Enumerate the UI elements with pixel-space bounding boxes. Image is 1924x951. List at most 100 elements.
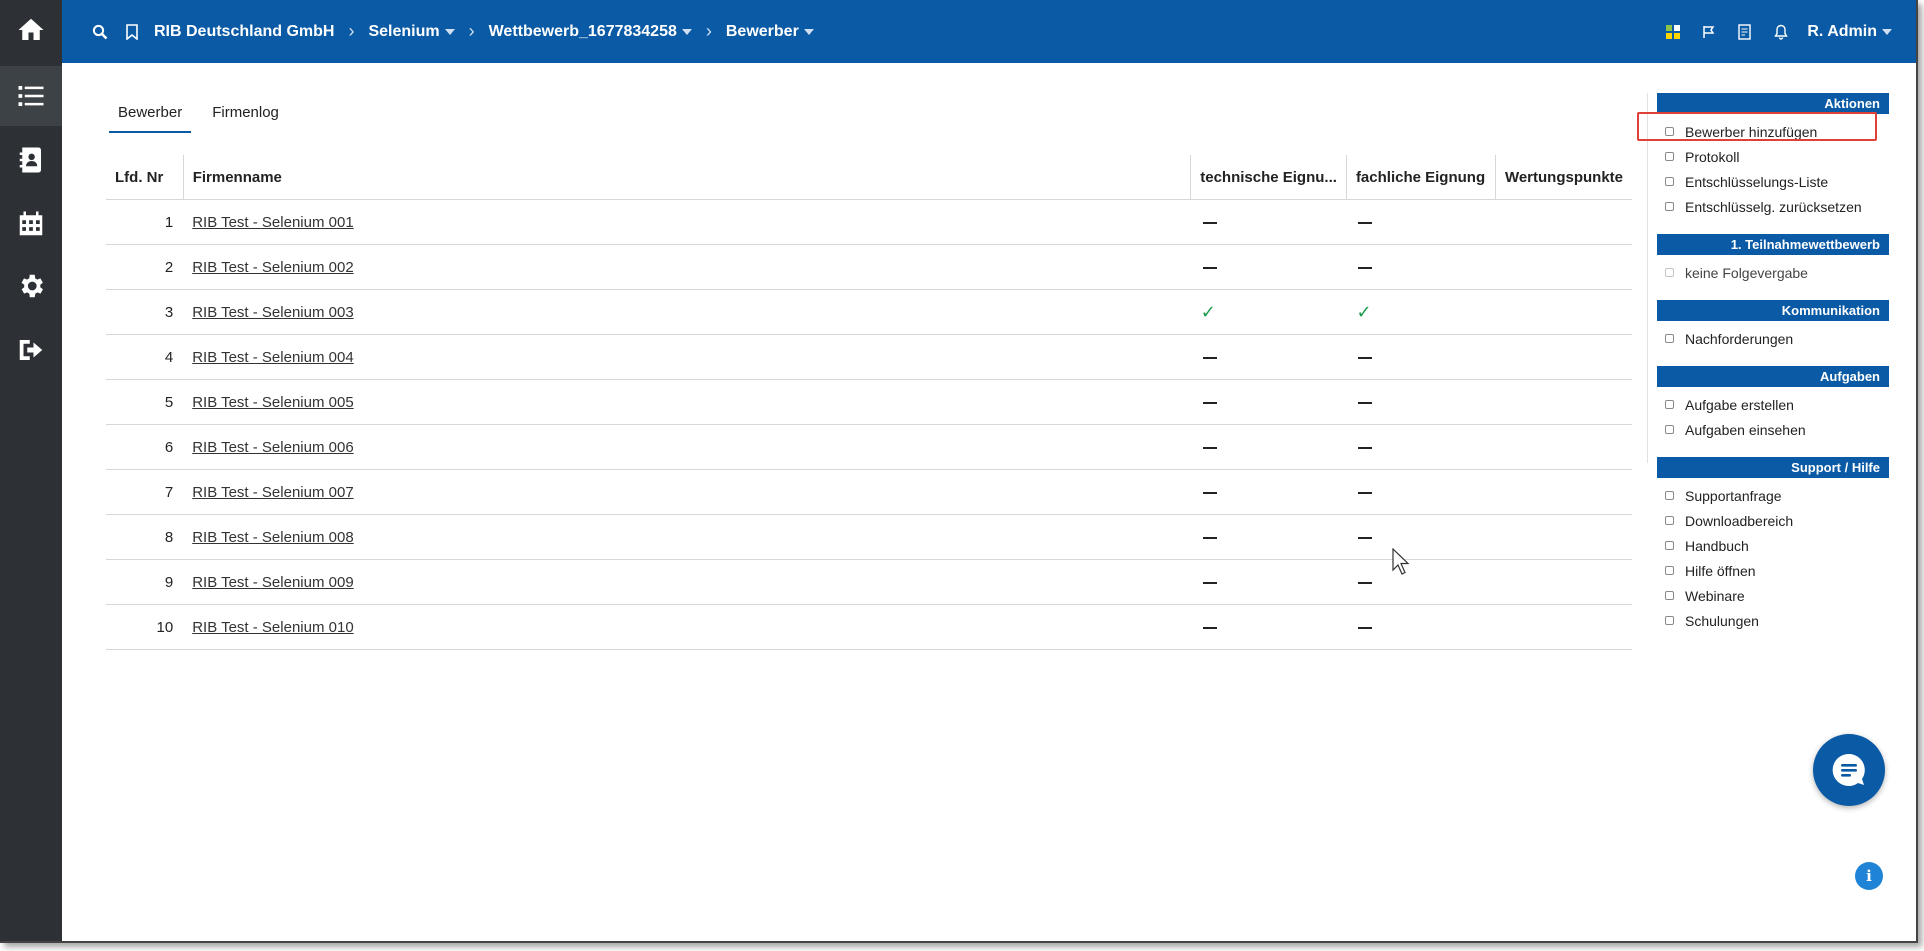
settings-button[interactable] — [0, 256, 62, 316]
gear-icon — [21, 274, 44, 298]
panel-action-item[interactable]: Protokoll — [1657, 144, 1889, 169]
column-header[interactable]: fachliche Eignung — [1345, 155, 1496, 200]
info-button[interactable]: i — [1855, 862, 1883, 890]
panel-action-label: Entschlüsselungs-Liste — [1685, 173, 1829, 190]
panel-action-label: Aufgabe erstellen — [1685, 396, 1794, 413]
panel-action-item[interactable]: Aufgabe erstellen — [1657, 392, 1889, 417]
professional-suitability-cell — [1346, 334, 1496, 380]
company-name-cell: RIB Test - Selenium 004 — [183, 334, 1191, 380]
panel-action-item[interactable]: Nachforderungen — [1657, 326, 1889, 351]
user-name: R. Admin — [1807, 22, 1877, 40]
company-link[interactable]: RIB Test - Selenium 007 — [192, 484, 353, 501]
bullet-icon — [1665, 516, 1674, 525]
home-button[interactable] — [0, 0, 62, 60]
panel-action-label: Downloadbereich — [1685, 512, 1794, 529]
breadcrumb-project[interactable]: Selenium — [368, 23, 455, 41]
company-link[interactable]: RIB Test - Selenium 009 — [192, 574, 353, 591]
technical-suitability-cell — [1190, 334, 1347, 380]
professional-suitability-cell — [1346, 604, 1496, 650]
company-link[interactable]: RIB Test - Selenium 001 — [192, 214, 353, 231]
chat-button[interactable] — [1813, 734, 1885, 806]
user-menu[interactable]: R. Admin — [1807, 23, 1892, 41]
panel-action-label: Webinare — [1685, 587, 1745, 604]
column-header[interactable]: Wertungspunkte — [1494, 155, 1632, 200]
column-header[interactable]: Lfd. Nr — [106, 155, 184, 200]
panel-section-header: Kommunikation — [1657, 300, 1889, 321]
search-icon[interactable] — [90, 22, 110, 42]
panel-action-label: Supportanfrage — [1685, 487, 1782, 504]
chevron-down-icon — [681, 28, 692, 35]
panel-action-item[interactable]: Hilfe öffnen — [1657, 558, 1889, 583]
table-row[interactable]: 4 RIB Test - Selenium 004 — [106, 334, 1632, 380]
logout-button[interactable] — [0, 320, 62, 380]
check-icon: ✓ — [1356, 301, 1372, 322]
breadcrumb-page[interactable]: Bewerber — [726, 23, 814, 41]
panel-action-item[interactable]: Supportanfrage — [1657, 483, 1889, 508]
panel-action-item[interactable]: keine Folgevergabe — [1657, 260, 1889, 285]
professional-suitability-cell — [1346, 424, 1496, 470]
company-name-cell: RIB Test - Selenium 002 — [183, 244, 1191, 290]
dash-icon — [1202, 266, 1217, 269]
column-header[interactable]: Firmenname — [182, 155, 1191, 200]
panel-action-item[interactable]: Downloadbereich — [1657, 508, 1889, 533]
technical-suitability-cell — [1190, 424, 1347, 470]
table-row[interactable]: 3 RIB Test - Selenium 003 ✓ ✓ — [106, 289, 1632, 335]
dash-icon — [1202, 401, 1217, 404]
breadcrumb-company[interactable]: RIB Deutschland GmbH — [154, 23, 334, 41]
table-row[interactable]: 6 RIB Test - Selenium 006 — [106, 424, 1632, 470]
dash-icon — [1358, 266, 1373, 269]
list-button[interactable] — [0, 66, 62, 126]
score-cell — [1495, 289, 1632, 335]
calendar-button[interactable] — [0, 194, 62, 254]
table-row[interactable]: 10 RIB Test - Selenium 010 — [106, 604, 1632, 650]
table-row[interactable]: 7 RIB Test - Selenium 007 — [106, 469, 1632, 515]
company-name-cell: RIB Test - Selenium 007 — [183, 469, 1191, 515]
contacts-button[interactable] — [0, 130, 62, 190]
panel-action-label: Aufgaben einsehen — [1685, 421, 1806, 438]
panel-action-item[interactable]: Webinare — [1657, 583, 1889, 608]
company-name-cell: RIB Test - Selenium 009 — [183, 559, 1191, 605]
company-link[interactable]: RIB Test - Selenium 002 — [192, 259, 353, 276]
panel-action-item[interactable]: Entschlüsselg. zurücksetzen — [1657, 194, 1889, 219]
chevron-down-icon — [444, 28, 455, 35]
panel-action-item[interactable]: Handbuch — [1657, 533, 1889, 558]
professional-suitability-cell — [1346, 199, 1496, 245]
row-number: 8 — [106, 514, 184, 560]
highlight-box — [1637, 112, 1877, 141]
bookmark-icon[interactable] — [122, 22, 142, 42]
apps-icon[interactable] — [1663, 22, 1683, 42]
flag-icon[interactable] — [1699, 22, 1719, 42]
company-link[interactable]: RIB Test - Selenium 008 — [192, 529, 353, 546]
bell-icon[interactable] — [1771, 22, 1791, 42]
company-link[interactable]: RIB Test - Selenium 006 — [192, 439, 353, 456]
panel-action-item[interactable]: Schulungen — [1657, 608, 1889, 633]
company-link[interactable]: RIB Test - Selenium 003 — [192, 304, 353, 321]
bullet-icon — [1665, 177, 1674, 186]
table-row[interactable]: 2 RIB Test - Selenium 002 — [106, 244, 1632, 290]
table-row[interactable]: 5 RIB Test - Selenium 005 — [106, 379, 1632, 425]
company-link[interactable]: RIB Test - Selenium 004 — [192, 349, 353, 366]
tab-bewerber[interactable]: Bewerber — [109, 100, 192, 133]
company-link[interactable]: RIB Test - Selenium 005 — [192, 394, 353, 411]
panel-action-item[interactable]: Entschlüsselungs-Liste — [1657, 169, 1889, 194]
panel-action-item[interactable]: Aufgaben einsehen — [1657, 417, 1889, 442]
dash-icon — [1358, 221, 1373, 224]
bullet-icon — [1665, 566, 1674, 575]
dash-icon — [1358, 491, 1373, 494]
panel-action-label: Hilfe öffnen — [1685, 562, 1756, 579]
notes-icon[interactable] — [1735, 22, 1755, 42]
column-header[interactable]: technische Eignu... — [1190, 155, 1347, 200]
breadcrumb-separator: › — [705, 21, 712, 41]
contacts-icon — [19, 147, 41, 173]
bullet-icon — [1665, 425, 1674, 434]
row-number: 7 — [106, 469, 184, 515]
company-link[interactable]: RIB Test - Selenium 010 — [192, 619, 353, 636]
panel-action-label: Entschlüsselg. zurücksetzen — [1685, 198, 1862, 215]
breadcrumb-competition[interactable]: Wettbewerb_1677834258 — [489, 23, 692, 41]
table-row[interactable]: 1 RIB Test - Selenium 001 — [106, 199, 1632, 245]
professional-suitability-cell — [1346, 379, 1496, 425]
logout-icon — [19, 340, 43, 360]
row-number: 1 — [106, 199, 184, 245]
dash-icon — [1358, 356, 1373, 359]
tab-firmenlog[interactable]: Firmenlog — [203, 100, 288, 133]
